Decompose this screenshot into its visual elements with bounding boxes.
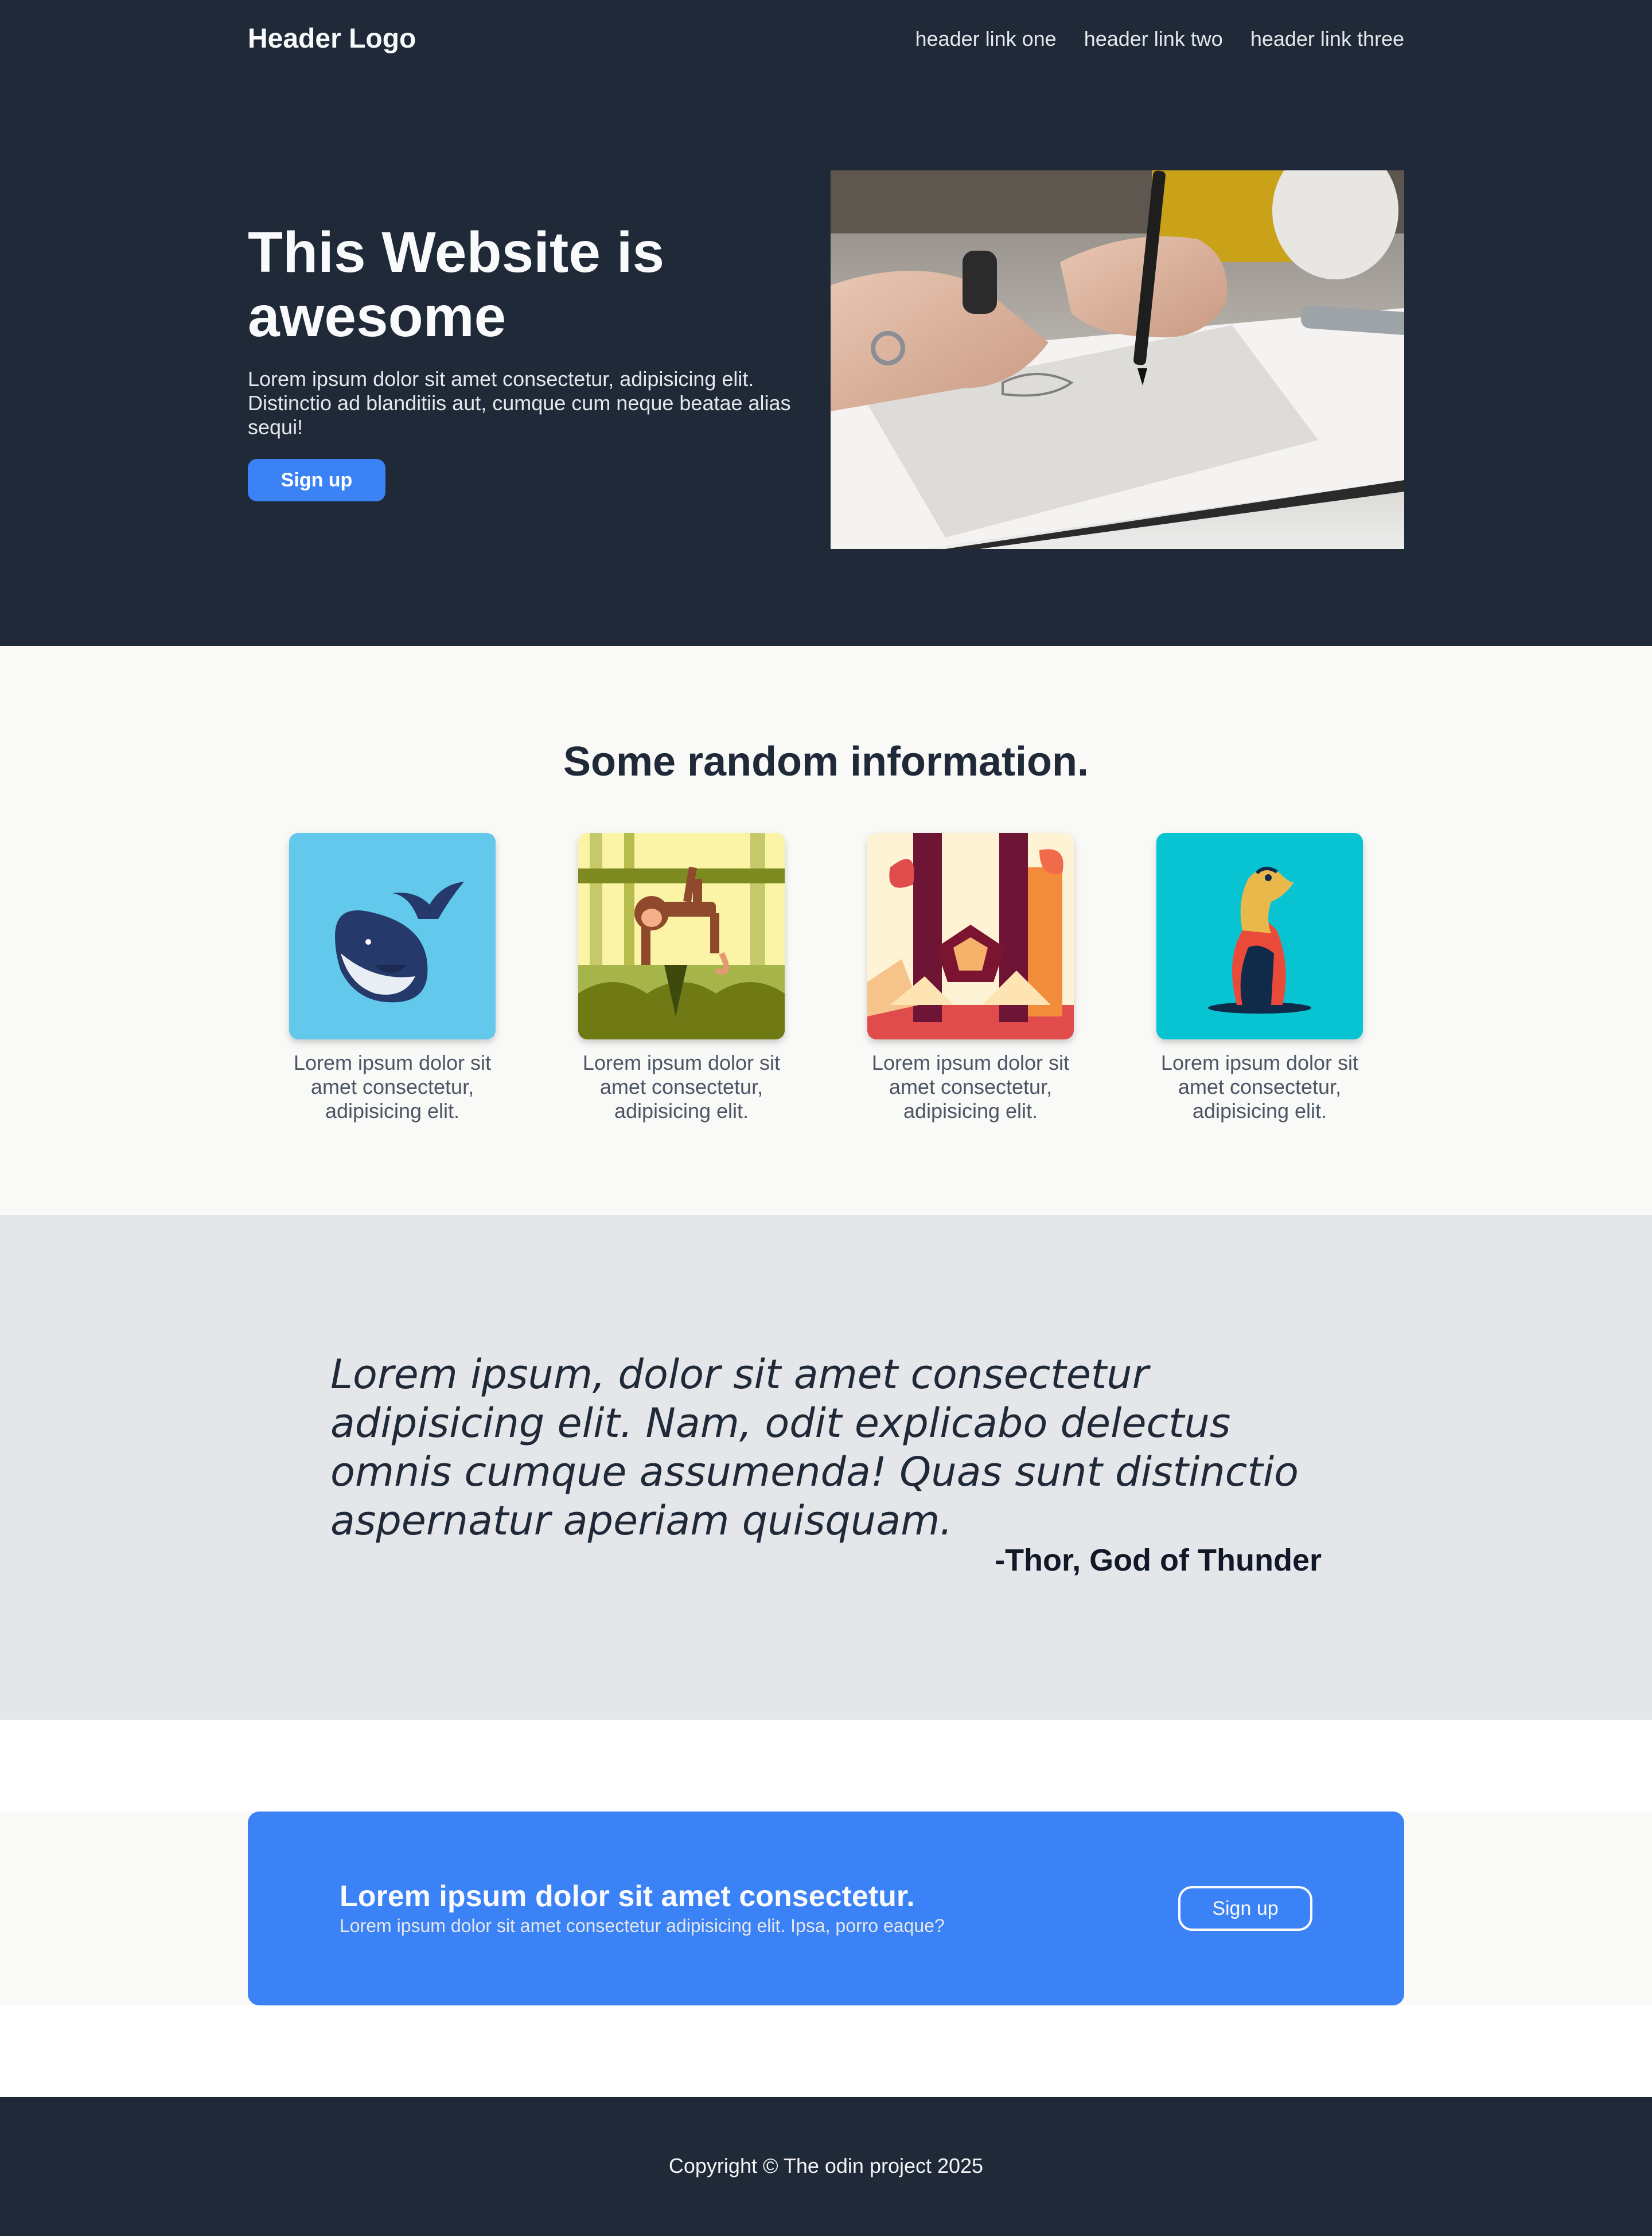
quote-author: -Thor, God of Thunder	[995, 1543, 1322, 1577]
quote-section: Lorem ipsum, dolor sit amet consectetur …	[0, 1215, 1652, 1720]
drawing-hand-photo	[831, 170, 1404, 549]
card-text: Lorem ipsum dolor sit amet consectetur, …	[871, 1051, 1070, 1123]
hero-section: Header Logo header link one header link …	[0, 0, 1652, 646]
monkey-illustration-icon	[578, 833, 785, 1039]
lion-illustration-icon	[867, 833, 1074, 1039]
header-link-three[interactable]: header link three	[1250, 25, 1404, 53]
header-nav: header link one header link two header l…	[915, 25, 1405, 53]
header-link-one[interactable]: header link one	[915, 25, 1057, 53]
footer: Copyright © The odin project 2025	[0, 2097, 1652, 2236]
header-link-two[interactable]: header link two	[1084, 25, 1223, 53]
quote-text: Lorem ipsum, dolor sit amet consectetur …	[330, 1351, 1299, 1544]
card-text: Lorem ipsum dolor sit amet consectetur, …	[293, 1051, 492, 1123]
card-text: Lorem ipsum dolor sit amet consectetur, …	[582, 1051, 781, 1123]
card-text: Lorem ipsum dolor sit amet consectetur, …	[1160, 1051, 1359, 1123]
cta-title: Lorem ipsum dolor sit amet consectetur.	[340, 1880, 915, 1913]
hero-signup-button[interactable]: Sign up	[248, 459, 385, 501]
hero-image	[831, 170, 1404, 549]
info-section: Some random information. Lorem ipsum dol…	[0, 646, 1652, 1215]
info-card: Lorem ipsum dolor sit amet consectetur, …	[1156, 833, 1363, 1123]
info-title: Some random information.	[563, 739, 1089, 785]
info-card: Lorem ipsum dolor sit amet consectetur, …	[867, 833, 1074, 1123]
copyright-text: Copyright © The odin project 2025	[668, 2154, 984, 2177]
info-card: Lorem ipsum dolor sit amet consectetur, …	[289, 833, 496, 1123]
hero-text: Lorem ipsum dolor sit amet consectetur, …	[248, 367, 791, 439]
cta-signup-button[interactable]: Sign up	[1178, 1886, 1312, 1931]
header-logo[interactable]: Header Logo	[248, 23, 416, 55]
cta-text: Lorem ipsum dolor sit amet consectetur a…	[340, 1915, 945, 1936]
info-card: Lorem ipsum dolor sit amet consectetur, …	[578, 833, 785, 1123]
hero-title: This Website is awesome	[248, 220, 665, 349]
meerkat-illustration-icon	[1156, 833, 1363, 1039]
whale-illustration-icon	[289, 833, 496, 1039]
cta-box: Lorem ipsum dolor sit amet consectetur. …	[248, 1812, 1404, 2005]
